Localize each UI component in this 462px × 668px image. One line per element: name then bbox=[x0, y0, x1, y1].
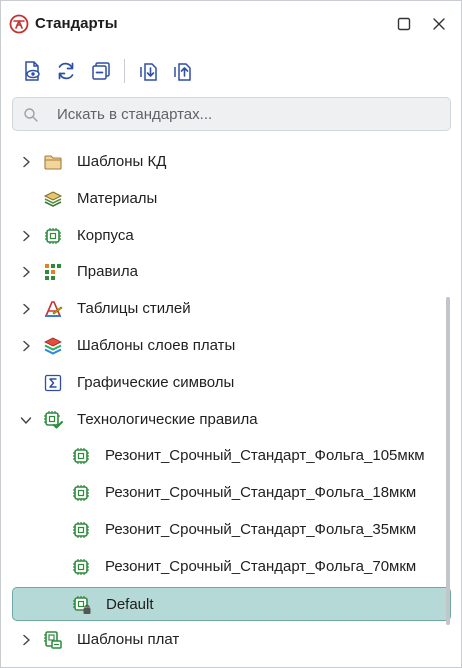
search-box[interactable] bbox=[12, 97, 451, 131]
search-icon bbox=[24, 108, 38, 122]
materials-layers-icon bbox=[43, 191, 63, 207]
standards-logo-icon bbox=[9, 14, 29, 34]
chevron-right-icon[interactable] bbox=[19, 265, 33, 279]
tree-subitem[interactable]: Default bbox=[12, 587, 451, 621]
tree-subitem[interactable]: Резонит_Срочный_Стандарт_Фольга_70мкм bbox=[1, 549, 461, 585]
standards-panel: Стандарты Искать в стандартах... Шаблоны… bbox=[0, 0, 462, 668]
tree-item-label: Шаблоны плат bbox=[77, 631, 180, 648]
maximize-icon[interactable] bbox=[395, 15, 413, 33]
tree-subitem[interactable]: Резонит_Срочный_Стандарт_Фольга_18мкм bbox=[1, 475, 461, 511]
chevron-right-icon[interactable] bbox=[19, 155, 33, 169]
tree-item-label: Резонит_Срочный_Стандарт_Фольга_70мкм bbox=[105, 558, 417, 575]
tree-item-label: Шаблоны КД bbox=[77, 153, 167, 170]
tree-item[interactable]: Графические символы bbox=[1, 365, 461, 401]
tree-item-label: Резонит_Срочный_Стандарт_Фольга_35мкм bbox=[105, 521, 417, 538]
chip-package-icon bbox=[73, 485, 89, 501]
tree-item[interactable]: Шаблоны плат bbox=[1, 622, 461, 658]
tree-item-label: Графические символы bbox=[77, 374, 235, 391]
tree-item[interactable]: Корпуса bbox=[1, 218, 461, 254]
chip-package-icon bbox=[45, 228, 61, 244]
board-layers-icon bbox=[44, 337, 62, 355]
tree-item-label: Резонит_Срочный_Стандарт_Фольга_105мкм bbox=[105, 447, 425, 464]
toolbar bbox=[1, 53, 461, 89]
import-icon[interactable] bbox=[137, 59, 161, 83]
chevron-right-icon[interactable] bbox=[19, 339, 33, 353]
chip-locked-icon bbox=[73, 596, 91, 614]
tree-item-label: Технологические правила bbox=[77, 411, 258, 428]
window-title: Стандарты bbox=[35, 15, 118, 32]
search-input[interactable] bbox=[57, 98, 437, 130]
export-icon[interactable] bbox=[171, 59, 195, 83]
chip-package-icon bbox=[73, 522, 89, 538]
tree-item[interactable]: Шаблоны слоев платы bbox=[1, 328, 461, 364]
board-template-icon bbox=[44, 631, 62, 649]
tree-subitem[interactable]: Резонит_Срочный_Стандарт_Фольга_105мкм bbox=[1, 438, 461, 474]
tree-item[interactable]: Шаблоны КД bbox=[1, 144, 461, 180]
chip-package-icon bbox=[73, 448, 89, 464]
chevron-right-icon[interactable] bbox=[19, 229, 33, 243]
vertical-scrollbar[interactable] bbox=[446, 297, 450, 625]
title-bar: Стандарты bbox=[1, 1, 461, 47]
folder-icon bbox=[44, 155, 62, 170]
chevron-right-icon[interactable] bbox=[19, 302, 33, 316]
close-icon[interactable] bbox=[430, 15, 448, 33]
refresh-icon[interactable] bbox=[54, 59, 78, 83]
chip-package-icon bbox=[73, 559, 89, 575]
tree-item-label: Корпуса bbox=[77, 227, 134, 244]
style-tables-icon bbox=[45, 301, 63, 317]
tech-rules-check-icon bbox=[44, 411, 63, 429]
preview-document-icon[interactable] bbox=[20, 59, 44, 83]
chevron-down-icon[interactable] bbox=[19, 413, 33, 427]
tree-item[interactable]: Таблицы стилей bbox=[1, 291, 461, 327]
collapse-all-icon[interactable] bbox=[89, 59, 113, 83]
tree-item[interactable]: Правила bbox=[1, 254, 461, 290]
tree-item[interactable]: Материалы bbox=[1, 181, 461, 217]
toolbar-separator bbox=[124, 59, 125, 83]
tree-subitem[interactable]: Резонит_Срочный_Стандарт_Фольга_35мкм bbox=[1, 512, 461, 548]
tree-item-label: Таблицы стилей bbox=[77, 300, 191, 317]
sigma-symbol-icon bbox=[44, 374, 62, 392]
tree-item-label: Резонит_Срочный_Стандарт_Фольга_18мкм bbox=[105, 484, 417, 501]
tree-item-label: Default bbox=[106, 596, 154, 613]
chevron-right-icon[interactable] bbox=[19, 633, 33, 647]
tree-item-label: Правила bbox=[77, 263, 138, 280]
tree-item-label: Шаблоны слоев платы bbox=[77, 337, 236, 354]
tree-item-label: Материалы bbox=[77, 190, 158, 207]
rules-grid-icon bbox=[45, 264, 61, 280]
tree-item[interactable]: Технологические правила bbox=[1, 402, 461, 438]
